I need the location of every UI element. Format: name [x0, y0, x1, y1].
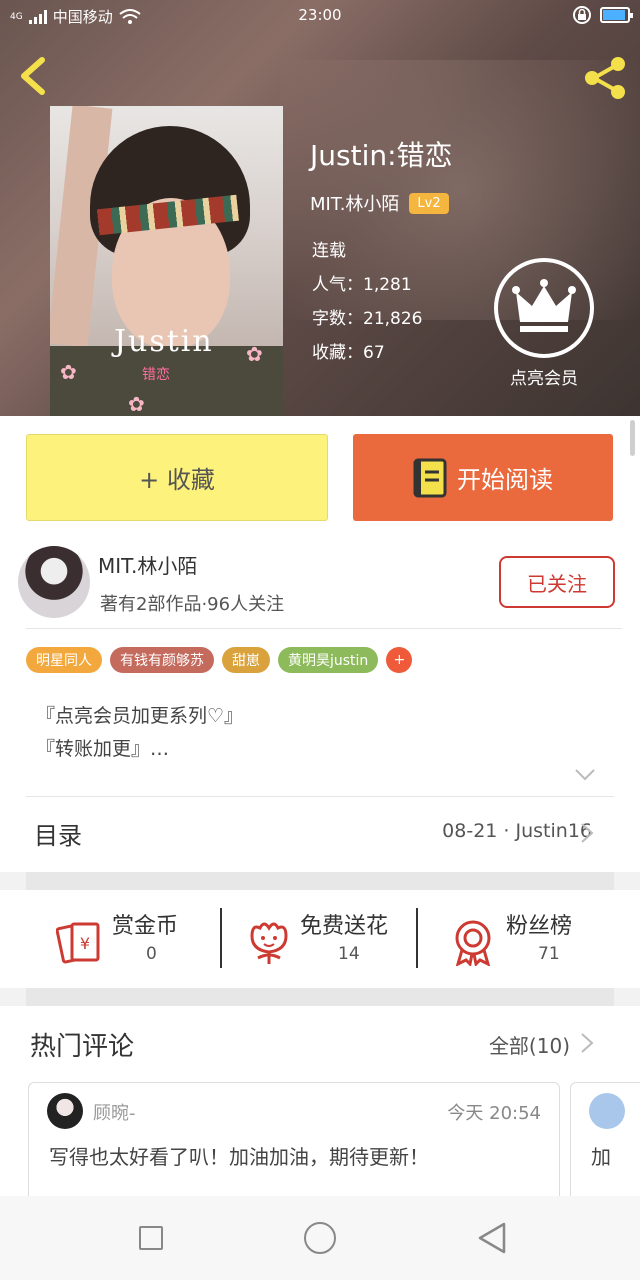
follow-button[interactable]: 已关注	[499, 556, 615, 608]
stat-free-flowers[interactable]: 免费送花 14	[244, 904, 414, 974]
author-name[interactable]: MIT.林小陌	[98, 550, 197, 579]
author-section: MIT.林小陌 著有2部作品·96人关注 已关注 明星同人 有钱有颜够苏 甜崽 …	[0, 528, 640, 796]
popularity-value: 1,281	[363, 275, 412, 295]
avatar[interactable]	[47, 1093, 83, 1129]
stat-fan-ranking[interactable]: 粉丝榜 71	[450, 904, 600, 974]
comment-time: 今天 20:54	[447, 1103, 541, 1124]
book-author-line: MIT.林小陌 Lv2	[310, 190, 449, 216]
author-stats: 著有2部作品·96人关注	[100, 594, 285, 615]
svg-text:¥: ¥	[80, 934, 90, 953]
description-line: 『转账加更』…	[36, 738, 170, 760]
stat-value: 14	[338, 944, 360, 964]
flower-icon	[250, 922, 288, 964]
crown-icon	[494, 258, 594, 358]
book-favorites: 收藏：67	[312, 336, 422, 370]
book-status: 连载	[312, 241, 346, 261]
favorites-label: 收藏：	[312, 343, 363, 363]
words-value: 21,826	[363, 309, 423, 329]
popularity-label: 人气：	[312, 275, 363, 295]
comment-card[interactable]: 加	[570, 1082, 640, 1206]
tag[interactable]: 甜崽	[222, 647, 270, 673]
stat-value: 0	[146, 944, 157, 964]
add-tag-button[interactable]: +	[386, 647, 413, 673]
stat-label: 免费送花	[300, 914, 389, 939]
tag[interactable]: 有钱有颜够苏	[110, 647, 214, 673]
tag[interactable]: 明星同人	[26, 647, 102, 673]
stat-divider	[220, 908, 222, 968]
flower-icon: ✿	[60, 360, 77, 384]
book-cover[interactable]: ✿ ✿ ✿ Justin 错恋	[50, 106, 283, 416]
chevron-down-icon[interactable]	[574, 768, 596, 782]
start-reading-button[interactable]: 开始阅读	[353, 434, 613, 521]
description-line: 『点亮会员加更系列♡』	[36, 705, 244, 727]
chevron-right-icon	[581, 823, 594, 843]
section-gap	[26, 988, 614, 1006]
stat-reward-coins[interactable]: ¥ 赏金币 0	[56, 904, 206, 974]
section-gap	[26, 872, 614, 890]
hot-comments-section: 热门评论 全部(10) 顾晼- 今天 20:54 写得也太好看了叭！加油加油，期…	[0, 1006, 640, 1206]
battery-icon	[600, 7, 633, 23]
back-triangle-icon[interactable]	[478, 1222, 506, 1254]
medal-icon	[455, 920, 491, 966]
level-badge: Lv2	[409, 192, 449, 214]
member-button[interactable]: 点亮会员	[492, 258, 596, 389]
stat-divider	[416, 908, 418, 968]
comment-user[interactable]: 顾晼-	[93, 1099, 136, 1125]
comment-text: 写得也太好看了叭！加油加油，期待更新！	[49, 1145, 429, 1169]
stats-row: ¥ 赏金币 0 免费送花 14 粉丝榜 71	[0, 890, 640, 988]
avatar[interactable]	[589, 1093, 625, 1129]
member-label: 点亮会员	[510, 369, 578, 389]
book-meta: 连载 人气：1,281 字数：21,826 收藏：67	[312, 234, 422, 370]
action-bar: + 收藏 开始阅读	[0, 416, 640, 528]
tag[interactable]: 黄明昊justin	[278, 647, 379, 673]
divider	[26, 796, 614, 797]
avatar[interactable]	[18, 546, 90, 618]
status-right	[572, 5, 633, 25]
rotation-lock-icon	[573, 6, 591, 24]
status-bar: 4G 中国移动 23:00	[0, 0, 640, 32]
stat-label: 赏金币	[112, 914, 179, 939]
stat-value: 71	[538, 944, 560, 964]
recent-apps-icon[interactable]	[139, 1226, 163, 1250]
book-header: ✿ ✿ ✿ Justin 错恋 Justin:错恋 MIT.林小陌 Lv2 连载…	[0, 0, 640, 416]
flower-icon: ✿	[246, 342, 263, 366]
latest-chapter: 08-21 · Justin16	[442, 820, 592, 842]
back-arrow-icon[interactable]	[14, 56, 54, 96]
book-words: 字数：21,826	[312, 302, 422, 336]
chevron-right-icon[interactable]	[580, 1032, 594, 1054]
book-popularity: 人气：1,281	[312, 268, 422, 302]
catalog-row[interactable]: 目录 08-21 · Justin16	[0, 796, 640, 872]
book-author-name[interactable]: MIT.林小陌	[310, 190, 399, 216]
scrollbar[interactable]	[630, 420, 635, 456]
book-title: Justin:错恋	[310, 139, 453, 172]
all-comments-link[interactable]: 全部(10)	[489, 1030, 570, 1059]
cover-subtitle: 错恋	[142, 367, 170, 383]
words-label: 字数：	[312, 309, 363, 329]
book-description[interactable]: 『点亮会员加更系列♡』 『转账加更』…	[36, 700, 243, 766]
start-reading-label: 开始阅读	[457, 466, 553, 494]
stat-label: 粉丝榜	[506, 914, 573, 939]
comments-title: 热门评论	[30, 1032, 135, 1062]
clock: 23:00	[298, 6, 342, 24]
system-nav-bar	[0, 1196, 640, 1280]
book-icon	[413, 458, 447, 497]
favorites-value: 67	[363, 343, 385, 363]
flower-icon: ✿	[128, 392, 145, 416]
cover-title: Justin	[114, 324, 214, 359]
comment-card[interactable]: 顾晼- 今天 20:54 写得也太好看了叭！加油加油，期待更新！	[28, 1082, 560, 1206]
collect-button[interactable]: + 收藏	[26, 434, 328, 521]
comment-text: 加	[591, 1145, 611, 1169]
share-icon[interactable]	[582, 56, 628, 100]
red-envelope-icon: ¥	[56, 922, 100, 964]
tag-list: 明星同人 有钱有颜够苏 甜崽 黄明昊justin +	[26, 647, 413, 673]
home-icon[interactable]	[304, 1222, 336, 1254]
divider	[26, 628, 622, 629]
catalog-title: 目录	[34, 822, 82, 850]
